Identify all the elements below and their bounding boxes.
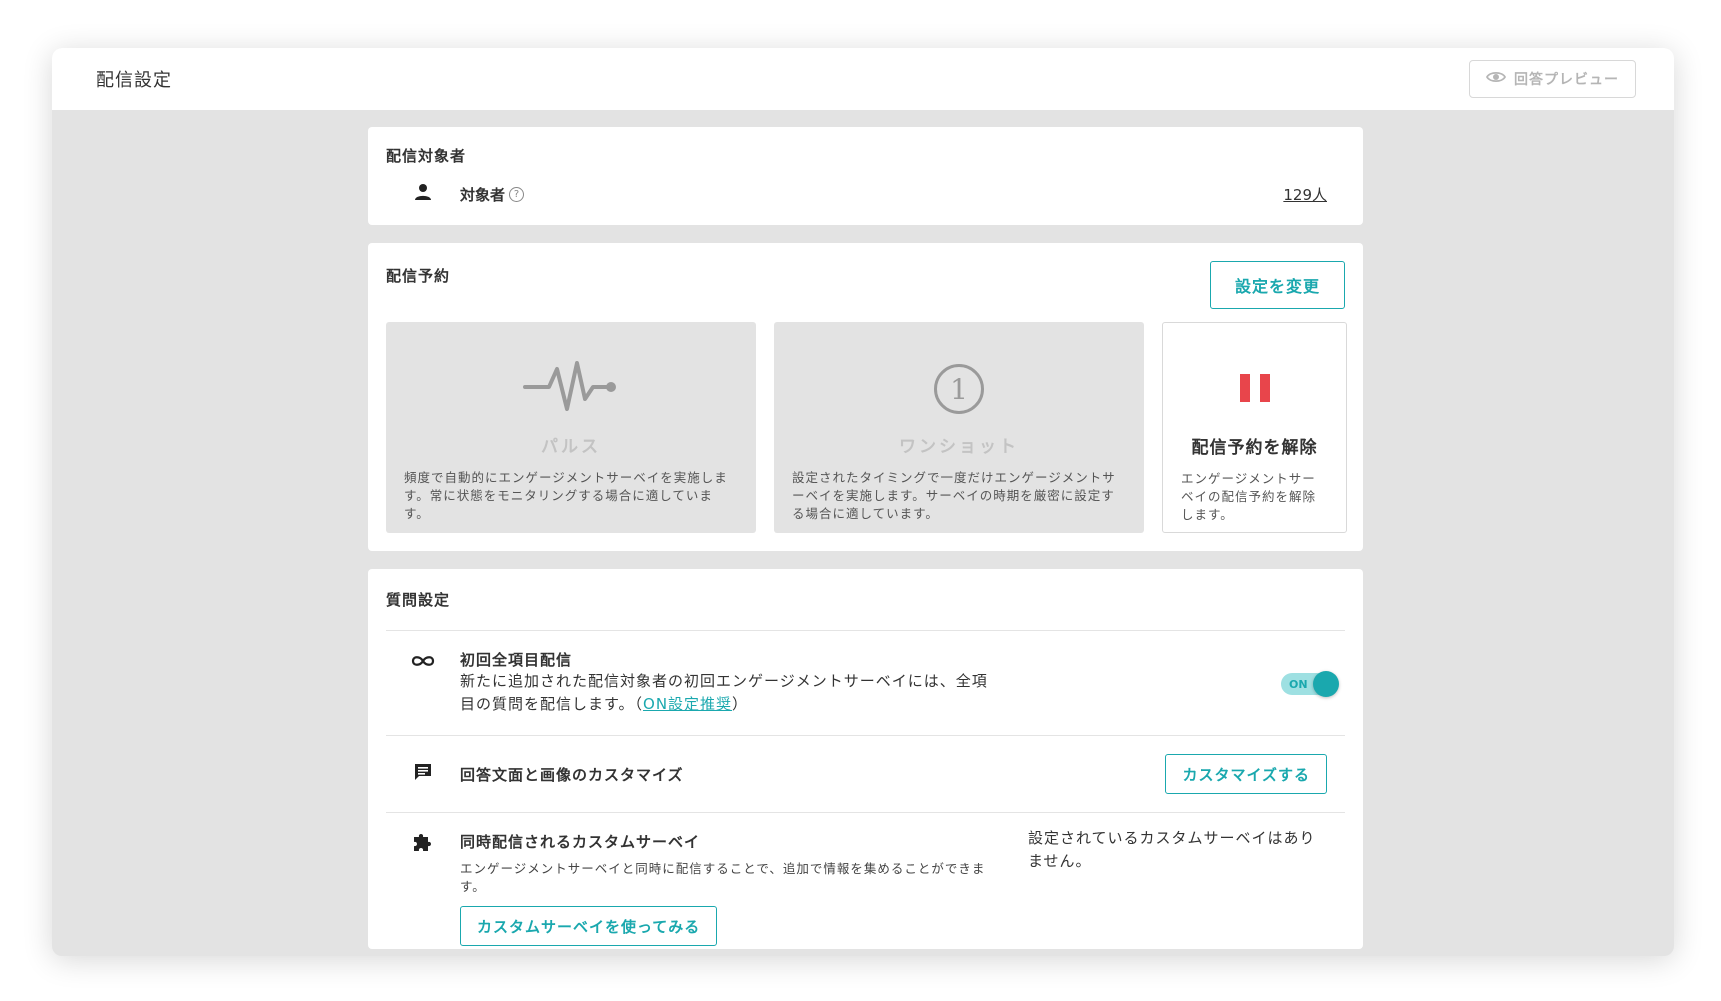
option-oneshot-name: ワンショット: [899, 437, 1019, 457]
target-card: 配信対象者 対象者 ? 129人: [368, 127, 1363, 225]
schedule-section-title: 配信予約: [386, 267, 451, 285]
try-custom-survey-button[interactable]: カスタムサーベイを使ってみる: [460, 906, 718, 946]
pulse-icon: [523, 357, 619, 421]
number-one-circle-icon: 1: [934, 364, 984, 414]
customize-row: 回答文面と画像のカスタマイズ カスタマイズする: [386, 736, 1345, 812]
option-pulse-name: パルス: [541, 437, 601, 457]
questions-card: 質問設定 初回全項目配信 新たに追加された配信対象者の初回エンゲージメントサーベ…: [368, 569, 1363, 949]
initial-delivery-text-2-main: 目の質問を配信します。（: [460, 695, 644, 713]
custom-survey-row: 同時配信されるカスタムサーベイ エンゲージメントサーベイと同時に配信することで、…: [386, 813, 1345, 946]
customize-title: 回答文面と画像のカスタマイズ: [460, 765, 684, 784]
target-count-link[interactable]: 129人: [1283, 184, 1327, 205]
pause-icon: [1239, 374, 1270, 406]
custom-survey-status: 設定されているカスタムサーベイはありません。: [1028, 829, 1316, 870]
custom-survey-description: エンゲージメントサーベイと同時に配信することで、追加で情報を集めることができます…: [460, 861, 986, 894]
eye-icon: [1485, 70, 1507, 88]
questions-section-title: 質問設定: [386, 591, 451, 609]
custom-survey-title: 同時配信されるカスタムサーベイ: [460, 833, 701, 851]
initial-delivery-text-1: 新たに追加された配信対象者の初回エンゲージメントサーベイには、全項: [460, 672, 988, 690]
option-pulse-description: 頻度で自動的にエンゲージメントサーベイを実施します。常に状態をモニタリングする場…: [404, 470, 728, 521]
target-section-title: 配信対象者: [386, 147, 467, 165]
initial-delivery-text-2-end: ）: [732, 695, 749, 713]
chat-icon: [413, 762, 433, 786]
option-oneshot[interactable]: 1 ワンショット 設定されたタイミングで一度だけエンゲージメントサーベイを実施し…: [774, 322, 1144, 533]
change-settings-button[interactable]: 設定を変更: [1210, 261, 1345, 309]
option-cancel-description: エンゲージメントサーベイの配信予約を解除します。: [1181, 471, 1317, 522]
initial-delivery-text-2: 目の質問を配信します。（ON設定推奨）: [460, 693, 988, 716]
answer-preview-label: 回答プレビュー: [1514, 72, 1619, 88]
toggle-on-label: ON: [1289, 677, 1308, 691]
option-oneshot-description: 設定されたタイミングで一度だけエンゲージメントサーベイを実施します。サーベイの時…: [792, 470, 1116, 521]
schedule-card: 配信予約 設定を変更 パルス 頻度で自動的にエンゲージメントサーベイを実施します…: [368, 243, 1363, 551]
toggle-knob: [1313, 671, 1339, 697]
option-cancel-name: 配信予約を解除: [1191, 438, 1318, 458]
option-cancel-schedule[interactable]: 配信予約を解除 エンゲージメントサーベイの配信予約を解除します。: [1162, 322, 1347, 533]
top-bar: 配信設定 回答プレビュー: [52, 48, 1674, 110]
answer-preview-button[interactable]: 回答プレビュー: [1469, 60, 1636, 98]
initial-delivery-toggle[interactable]: ON: [1281, 671, 1339, 697]
puzzle-icon: [412, 831, 434, 946]
target-row: 対象者 ? 129人: [386, 180, 1345, 208]
option-pulse[interactable]: パルス 頻度で自動的にエンゲージメントサーベイを実施します。常に状態をモニタリン…: [386, 322, 756, 533]
oneshot-icon-number: 1: [950, 372, 968, 406]
on-recommended-link[interactable]: ON設定推奨: [643, 695, 732, 713]
app-window: 配信設定 回答プレビュー 配信対象者 対象者 ? 129人 配信予約 設定を変更…: [52, 48, 1674, 956]
main-content: 配信対象者 対象者 ? 129人 配信予約 設定を変更 パルス 頻度で自動的にエ…: [368, 127, 1363, 956]
person-icon: [414, 183, 432, 205]
help-icon[interactable]: ?: [509, 186, 525, 202]
schedule-options: パルス 頻度で自動的にエンゲージメントサーベイを実施します。常に状態をモニタリン…: [386, 322, 1347, 533]
target-label: 対象者: [460, 185, 506, 204]
page-title: 配信設定: [96, 70, 172, 91]
customize-button[interactable]: カスタマイズする: [1165, 754, 1327, 794]
infinity-icon: [410, 653, 436, 735]
initial-delivery-title: 初回全項目配信: [460, 651, 573, 669]
initial-delivery-row: 初回全項目配信 新たに追加された配信対象者の初回エンゲージメントサーベイには、全…: [386, 631, 1345, 735]
